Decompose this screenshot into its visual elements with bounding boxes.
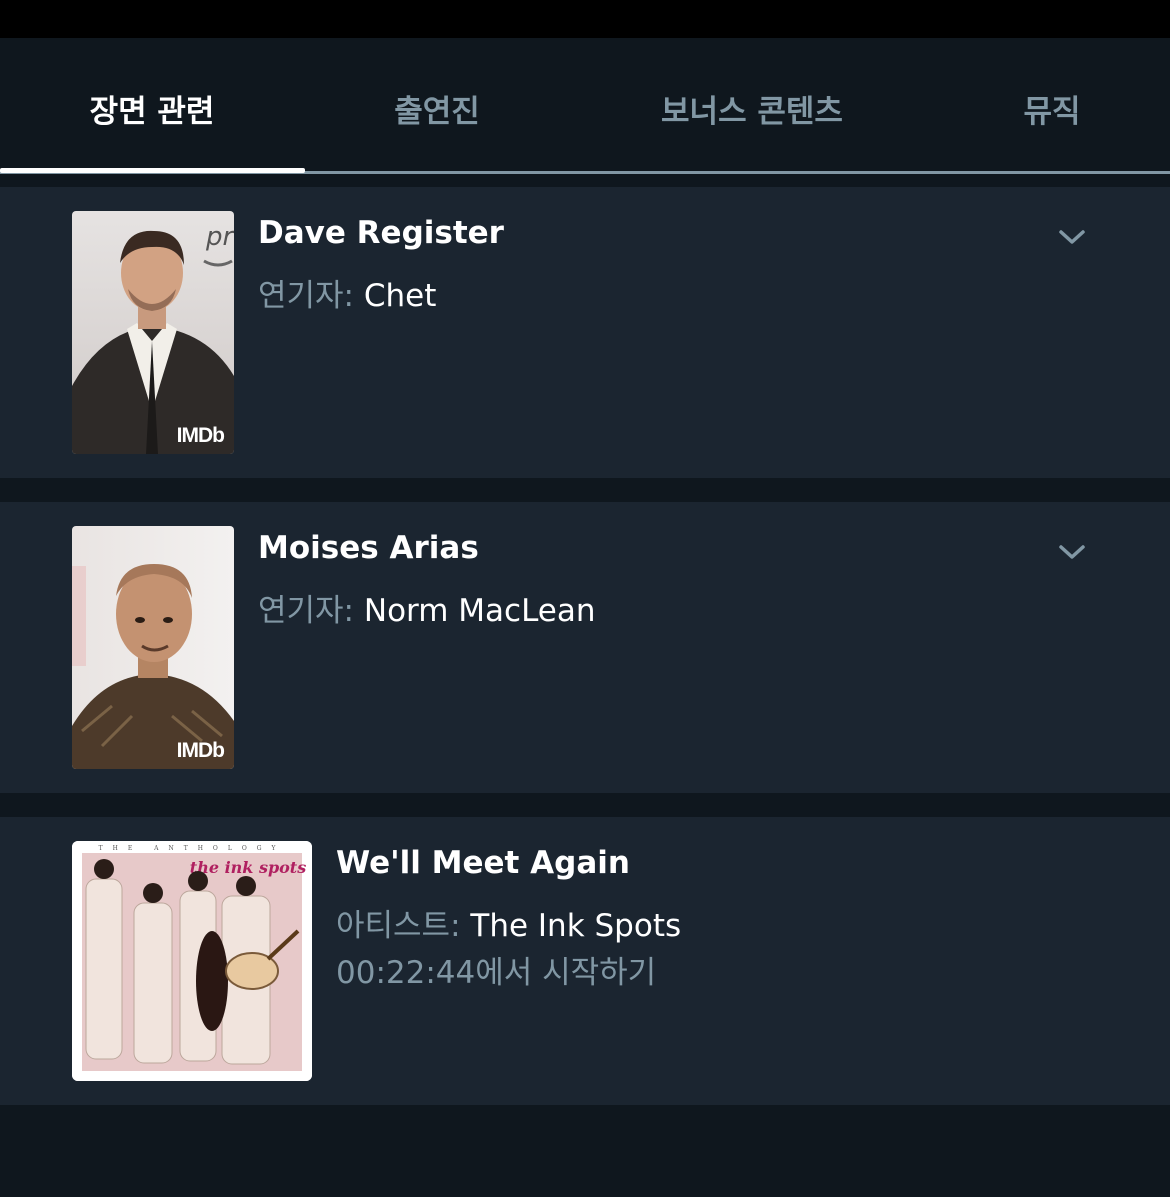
imdb-badge: IMDb bbox=[176, 739, 225, 762]
song-title: We'll Meet Again bbox=[336, 845, 630, 881]
cast-name: Dave Register bbox=[258, 215, 504, 251]
artist-label: 아티스트: bbox=[336, 908, 461, 944]
role-name: Norm MacLean bbox=[363, 593, 596, 629]
album-cover: THE ANTHOLOGY the ink spots bbox=[72, 841, 312, 1081]
artist-name: The Ink Spots bbox=[470, 908, 682, 944]
tab-bonus-content[interactable]: 보너스 콘텐츠 bbox=[661, 86, 843, 131]
role-name: Chet bbox=[363, 278, 437, 314]
cast-portrait: IMDb bbox=[72, 526, 234, 769]
svg-text:pri: pri bbox=[205, 222, 234, 252]
cast-card[interactable]: pri IMDb Dave Register 연기자: Chet bbox=[0, 187, 1170, 478]
album-top-text: THE ANTHOLOGY bbox=[99, 845, 286, 852]
cast-portrait: pri IMDb bbox=[72, 211, 234, 454]
role-label: 연기자: bbox=[258, 278, 355, 314]
chevron-down-icon[interactable] bbox=[1058, 542, 1086, 562]
cast-card[interactable]: IMDb Moises Arias 연기자: Norm MacLean bbox=[0, 502, 1170, 793]
album-logo-text: the ink spots bbox=[190, 858, 306, 877]
resume-playback-link[interactable]: 00:22:44에서 시작하기 bbox=[336, 947, 656, 992]
chevron-down-icon[interactable] bbox=[1058, 227, 1086, 247]
tab-scene[interactable]: 장면 관련 bbox=[90, 86, 215, 131]
cast-name: Moises Arias bbox=[258, 530, 479, 566]
tab-music[interactable]: 뮤직 bbox=[1023, 86, 1080, 131]
imdb-badge: IMDb bbox=[176, 424, 225, 447]
active-tab-indicator bbox=[0, 168, 305, 173]
tab-cast[interactable]: 출연진 bbox=[394, 86, 480, 131]
tab-bar: 장면 관련 출연진 보너스 콘텐츠 뮤직 bbox=[0, 38, 1170, 174]
cast-role: 연기자: Chet bbox=[258, 270, 436, 315]
music-card[interactable]: THE ANTHOLOGY the ink spots We'll Meet A… bbox=[0, 817, 1170, 1105]
status-bar bbox=[0, 0, 1170, 38]
song-artist: 아티스트: The Ink Spots bbox=[336, 900, 681, 945]
cast-role: 연기자: Norm MacLean bbox=[258, 585, 596, 630]
role-label: 연기자: bbox=[258, 593, 355, 629]
